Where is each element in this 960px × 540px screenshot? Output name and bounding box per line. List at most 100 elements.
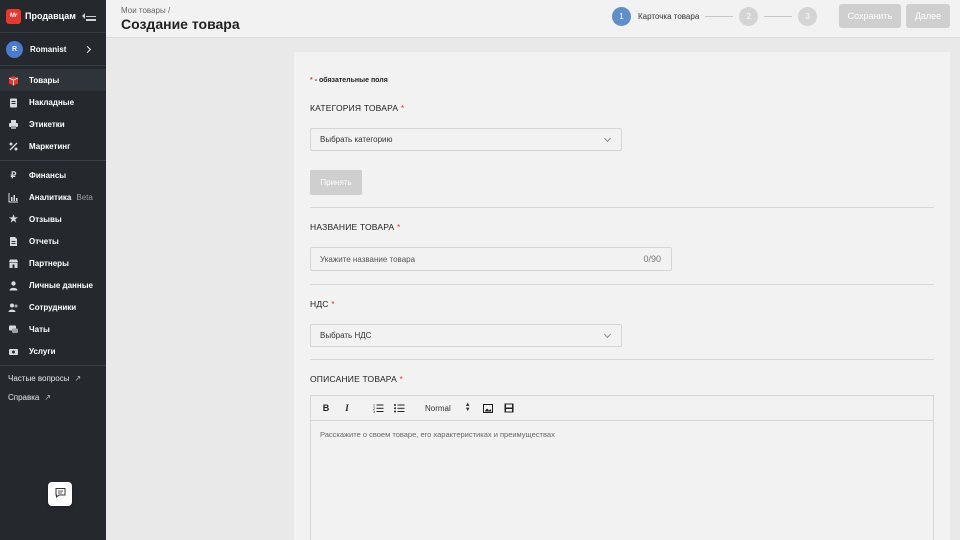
sidebar-item-employees[interactable]: Сотрудники bbox=[0, 296, 106, 318]
step-2[interactable]: 2 bbox=[739, 7, 759, 26]
nav-group-main: Товары Накладные Этикетки Маркетинг bbox=[0, 69, 106, 157]
category-select-value: Выбрать категорию bbox=[320, 135, 393, 144]
sidebar-item-partners[interactable]: Партнеры bbox=[0, 252, 106, 274]
nav-group-secondary: ₽ Финансы Аналитика Beta ★ Отзывы Отчеты… bbox=[0, 164, 106, 362]
sidebar-item-reviews[interactable]: ★ Отзывы bbox=[0, 208, 106, 230]
sidebar: Mr Продавцам R Romanist Товары Накладные… bbox=[0, 0, 106, 540]
user-switcher[interactable]: R Romanist bbox=[0, 32, 106, 66]
svg-text:3: 3 bbox=[373, 410, 375, 413]
category-label: КАТЕГОРИЯ ТОВАРА * bbox=[310, 103, 404, 113]
sidebar-item-labels[interactable]: Этикетки bbox=[0, 113, 106, 135]
description-editor: B I 123 Normal ▲ ▼ Расскажите о своем тов… bbox=[310, 395, 934, 540]
italic-button[interactable]: I bbox=[340, 401, 354, 415]
sidebar-item-finance[interactable]: ₽ Финансы bbox=[0, 164, 106, 186]
faq-link[interactable]: Частые вопросы ↗ bbox=[0, 369, 106, 388]
description-textarea[interactable]: Расскажите о своем товаре, его характери… bbox=[311, 421, 933, 448]
sidebar-item-label: Маркетинг bbox=[29, 141, 71, 151]
ordered-list-icon: 123 bbox=[373, 404, 383, 413]
updown-arrow-icon: ▲ ▼ bbox=[464, 402, 471, 413]
sidebar-item-label: Услуги bbox=[29, 346, 56, 356]
bullet-list-button[interactable] bbox=[392, 401, 406, 415]
vat-select[interactable]: Выбрать НДС bbox=[310, 324, 622, 347]
chevron-right-icon bbox=[83, 45, 92, 53]
person-icon bbox=[8, 280, 19, 291]
step-1[interactable]: 1 bbox=[612, 7, 631, 26]
ruble-icon: ₽ bbox=[10, 169, 17, 180]
sidebar-item-personal-data[interactable]: Личные данные bbox=[0, 274, 106, 296]
support-chat-button[interactable] bbox=[48, 482, 72, 506]
external-link-icon: ↗ bbox=[44, 393, 52, 402]
progress-stepper: 1 Карточка товара 2 3 bbox=[612, 7, 818, 26]
sidebar-item-label: Личные данные bbox=[29, 280, 93, 290]
sidebar-item-marketing[interactable]: Маркетинг bbox=[0, 135, 106, 157]
section-divider bbox=[310, 284, 934, 285]
brand-logo[interactable]: Mr bbox=[6, 8, 21, 24]
sidebar-item-services[interactable]: Услуги bbox=[0, 340, 106, 362]
ordered-list-button[interactable]: 123 bbox=[371, 401, 385, 415]
name-label-text: НАЗВАНИЕ ТОВАРА bbox=[310, 222, 395, 232]
sidebar-item-chats[interactable]: Чаты bbox=[0, 318, 106, 340]
required-star: * bbox=[331, 299, 335, 309]
sidebar-item-label: Чаты bbox=[29, 324, 50, 334]
step-connector bbox=[705, 16, 734, 17]
step-1-label: Карточка товара bbox=[638, 12, 700, 21]
brand-name[interactable]: Продавцам bbox=[25, 11, 76, 21]
sidebar-item-products[interactable]: Товары bbox=[0, 69, 106, 91]
sidebar-item-label: Отчеты bbox=[29, 236, 59, 246]
sidebar-item-label: Отзывы bbox=[29, 214, 62, 224]
product-name-placeholder: Укажите название товара bbox=[320, 254, 416, 264]
name-label: НАЗВАНИЕ ТОВАРА * bbox=[310, 222, 401, 232]
editor-toolbar: B I 123 Normal ▲ ▼ bbox=[311, 396, 933, 421]
step-3[interactable]: 3 bbox=[798, 7, 818, 26]
description-label: ОПИСАНИЕ ТОВАРА * bbox=[310, 374, 403, 384]
product-name-input[interactable]: Укажите название товара 0/90 bbox=[310, 247, 672, 271]
step-connector bbox=[764, 16, 793, 17]
sidebar-item-reports[interactable]: Отчеты bbox=[0, 230, 106, 252]
store-icon bbox=[8, 258, 19, 269]
bold-button[interactable]: B bbox=[319, 401, 333, 415]
required-star: * bbox=[310, 77, 313, 84]
save-button[interactable]: Сохранить bbox=[839, 4, 901, 28]
document-icon bbox=[8, 236, 19, 247]
nav-divider bbox=[0, 365, 106, 366]
page-title: Создание товара bbox=[121, 16, 240, 32]
category-select[interactable]: Выбрать категорию bbox=[310, 128, 622, 151]
sidebar-item-label: Товары bbox=[29, 75, 60, 85]
section-divider bbox=[310, 359, 934, 360]
sidebar-item-invoices[interactable]: Накладные bbox=[0, 91, 106, 113]
services-icon bbox=[8, 346, 19, 357]
sidebar-item-label: Этикетки bbox=[29, 119, 65, 129]
chevron-down-icon bbox=[603, 134, 612, 143]
collapse-menu-icon[interactable] bbox=[82, 11, 96, 21]
image-icon bbox=[482, 403, 493, 413]
sidebar-item-label: Аналитика bbox=[29, 192, 72, 202]
required-star: * bbox=[397, 222, 401, 232]
sidebar-item-label: Сотрудники bbox=[29, 302, 77, 312]
sidebar-item-label: Партнеры bbox=[29, 258, 69, 268]
brand-bar: Mr Продавцам bbox=[0, 0, 106, 32]
required-note: * - обязательные поля bbox=[310, 77, 388, 84]
help-link-label: Справка bbox=[8, 393, 40, 402]
apply-category-button[interactable]: Принять bbox=[310, 170, 362, 195]
char-counter: 0/90 bbox=[643, 254, 661, 264]
breadcrumb[interactable]: Мои товары / bbox=[121, 6, 170, 15]
clipboard-icon bbox=[8, 97, 19, 108]
required-note-text: - обязательные поля bbox=[314, 77, 388, 84]
box-icon bbox=[8, 75, 19, 86]
vat-label: НДС * bbox=[310, 299, 335, 309]
beta-badge: Beta bbox=[76, 192, 93, 202]
help-link[interactable]: Справка ↗ bbox=[0, 388, 106, 407]
chart-icon bbox=[8, 192, 19, 203]
vat-select-value: Выбрать НДС bbox=[320, 331, 372, 340]
insert-image-button[interactable] bbox=[481, 401, 495, 415]
vat-label-text: НДС bbox=[310, 299, 329, 309]
nav-divider bbox=[0, 160, 106, 161]
next-button[interactable]: Далее bbox=[906, 4, 950, 28]
required-star: * bbox=[400, 103, 405, 113]
sidebar-item-analytics[interactable]: Аналитика Beta bbox=[0, 186, 106, 208]
chevron-down-icon bbox=[603, 330, 612, 339]
user-name: Romanist bbox=[30, 44, 67, 54]
format-select[interactable]: Normal ▲ ▼ bbox=[425, 402, 471, 413]
video-icon bbox=[504, 403, 514, 413]
insert-video-button[interactable] bbox=[502, 401, 516, 415]
